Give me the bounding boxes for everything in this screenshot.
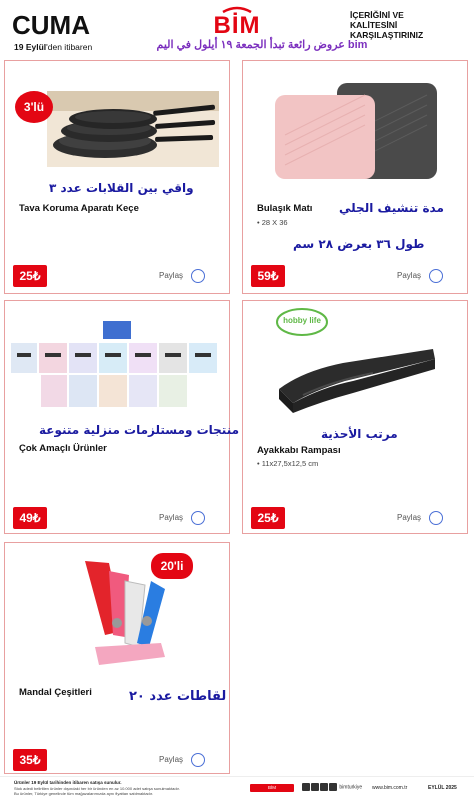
product-size: • 11x27,5x12,5 cm xyxy=(257,459,319,468)
social-handle: bimturkiye xyxy=(339,784,363,791)
hobby-life-logo: hobby life xyxy=(275,307,329,337)
product-name: Tava Koruma Aparatı Keçe xyxy=(19,203,139,214)
price-tag: 25₺ xyxy=(13,265,47,287)
compare-line2: KALİTESİNİ xyxy=(350,20,398,30)
facebook-icon[interactable] xyxy=(302,783,310,791)
product-name: Bulaşık Matı xyxy=(257,203,313,214)
price-tag: 59₺ xyxy=(251,265,285,287)
share-label: Paylaş xyxy=(159,755,184,764)
arabic-banner: عروض رائعة تبدأ الجمعة ١٩ أيلول في اليم … xyxy=(156,39,368,51)
day-label: CUMA xyxy=(12,10,90,40)
product-arabic-note: طول ٣٦ بعرض ٢٨ سم xyxy=(293,237,425,251)
footer: Ürünler 19 Eylül tarihinden itibaren sat… xyxy=(0,776,474,800)
share-label: Paylaş xyxy=(159,513,184,522)
product-card-dish-mat[interactable]: Bulaşık Matı مدة تنشيف الجلي • 28 X 36 ط… xyxy=(242,60,468,294)
product-name: Mandal Çeşitleri xyxy=(19,687,92,698)
price-tag: 49₺ xyxy=(13,507,47,529)
share-label: Paylaş xyxy=(159,271,184,280)
date-bold: 19 Eylül xyxy=(14,42,47,52)
share-label: Paylaş xyxy=(397,513,422,522)
pack-badge: 20'li xyxy=(151,553,193,579)
product-name: Çok Amaçlı Ürünler xyxy=(19,443,107,454)
logo-text: BİM xyxy=(213,12,261,39)
product-card-multipurpose[interactable]: منتجات ومستلزمات منزلية متنوعة Çok Amaçl… xyxy=(4,300,239,534)
share-radio[interactable] xyxy=(191,269,205,283)
share-radio[interactable] xyxy=(191,511,205,525)
compare-note: İÇERİĞİNİ VE KALİTESİNİ KARŞILAŞTIRINIZ xyxy=(350,10,462,40)
product-card-pan-protector[interactable]: 3'lü واقي بين القلابات عدد ٣ Tava Koruma… xyxy=(4,60,230,294)
instagram-icon[interactable] xyxy=(311,783,319,791)
pan-image xyxy=(47,91,219,167)
product-name: Ayakkabı Rampası xyxy=(257,445,341,456)
x-icon[interactable] xyxy=(320,783,328,791)
date-label: 19 Eylül'den itibaren xyxy=(14,42,92,52)
pack-badge: 3'lü xyxy=(15,91,53,123)
bim-logo: BİM xyxy=(205,6,269,39)
footer-social[interactable]: bimturkiye xyxy=(302,783,362,791)
date-rest: 'den itibaren xyxy=(46,42,93,52)
household-items-icon xyxy=(11,321,217,407)
product-arabic-title: مدة تنشيف الجلي xyxy=(339,201,444,215)
frying-pans-icon xyxy=(47,91,219,167)
product-card-clothespins[interactable]: 20'li Mandal Çeşitleri لقاطات عدد ٢٠ 35₺… xyxy=(4,542,230,774)
compare-line1: İÇERİĞİNİ VE xyxy=(350,10,404,20)
product-arabic-title: مرتب الأحذية xyxy=(321,427,398,441)
dish-mat-icon xyxy=(275,83,437,179)
shoe-rack-image xyxy=(273,337,443,417)
header: CUMA 19 Eylül'den itibaren BİM İÇERİĞİNİ… xyxy=(0,0,474,58)
share-radio[interactable] xyxy=(429,269,443,283)
footer-website[interactable]: www.bim.com.tr xyxy=(372,785,407,791)
product-arabic-title: منتجات ومستلزمات منزلية متنوعة xyxy=(39,423,240,437)
footer-note-3: Bu ürünler, Türkiye genelinde tüm mağaza… xyxy=(14,791,154,796)
product-size: • 28 X 36 xyxy=(257,218,288,227)
product-arabic-title: لقاطات عدد ٢٠ xyxy=(129,689,227,704)
brand-badge: hobby life xyxy=(283,316,321,325)
product-arabic-title: واقي بين القلابات عدد ٣ xyxy=(49,181,194,195)
footer-brand: BİM xyxy=(250,784,294,792)
youtube-icon[interactable] xyxy=(329,783,337,791)
multipurpose-image xyxy=(11,321,221,411)
share-label: Paylaş xyxy=(397,271,422,280)
shoe-ramp-icon xyxy=(279,349,435,413)
share-radio[interactable] xyxy=(429,511,443,525)
price-tag: 35₺ xyxy=(13,749,47,771)
flyer-page: CUMA 19 Eylül'den itibaren BİM İÇERİĞİNİ… xyxy=(0,0,474,800)
product-card-shoe-rack[interactable]: hobby life مرتب الأحذية Ayakkabı Rampası… xyxy=(242,300,468,534)
share-radio[interactable] xyxy=(191,753,205,767)
footer-note-1: Ürünler 19 Eylül tarihinden itibaren sat… xyxy=(14,780,122,785)
price-tag: 25₺ xyxy=(251,507,285,529)
footer-month: EYLÜL 2025 xyxy=(428,785,457,791)
dish-mat-image xyxy=(267,75,443,183)
